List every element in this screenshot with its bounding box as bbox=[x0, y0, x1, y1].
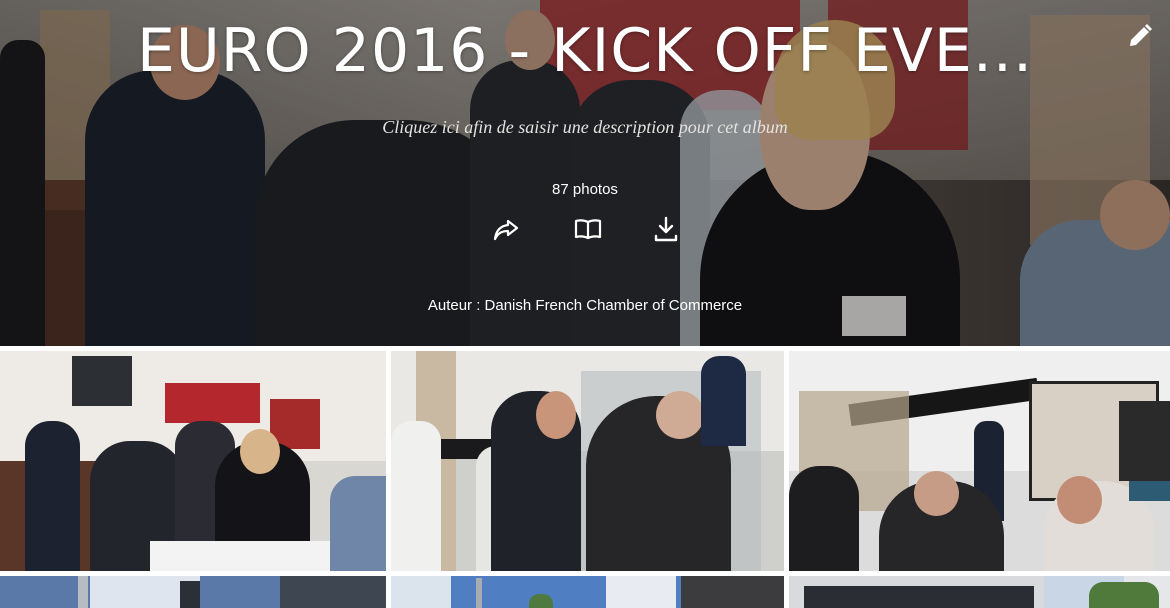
photo-thumbnail[interactable] bbox=[789, 351, 1170, 571]
photo-thumbnail[interactable] bbox=[789, 576, 1170, 608]
photo-grid bbox=[0, 346, 1170, 608]
download-icon bbox=[654, 216, 678, 242]
open-book-icon bbox=[574, 219, 602, 240]
album-cover: EURO 2016 - KICK OFF EVE... Cliquez ici … bbox=[0, 0, 1170, 346]
edit-album-button[interactable] bbox=[1126, 22, 1154, 50]
album-title[interactable]: EURO 2016 - KICK OFF EVE... bbox=[0, 16, 1170, 86]
album-author: Auteur : Danish French Chamber of Commer… bbox=[427, 297, 743, 314]
album-description[interactable]: Cliquez ici afin de saisir une descripti… bbox=[0, 117, 1170, 138]
pencil-icon bbox=[1130, 24, 1152, 46]
photo-thumbnail[interactable] bbox=[0, 351, 386, 571]
photo-thumbnail[interactable] bbox=[391, 576, 784, 608]
download-button[interactable] bbox=[651, 214, 681, 244]
album-actions bbox=[0, 214, 1170, 244]
photo-thumbnail[interactable] bbox=[391, 351, 784, 571]
share-arrow-icon bbox=[493, 219, 519, 241]
photo-thumbnail[interactable] bbox=[0, 576, 386, 608]
share-button[interactable] bbox=[491, 214, 521, 244]
slideshow-button[interactable] bbox=[573, 214, 603, 244]
photo-count: 87 photos bbox=[552, 181, 618, 198]
